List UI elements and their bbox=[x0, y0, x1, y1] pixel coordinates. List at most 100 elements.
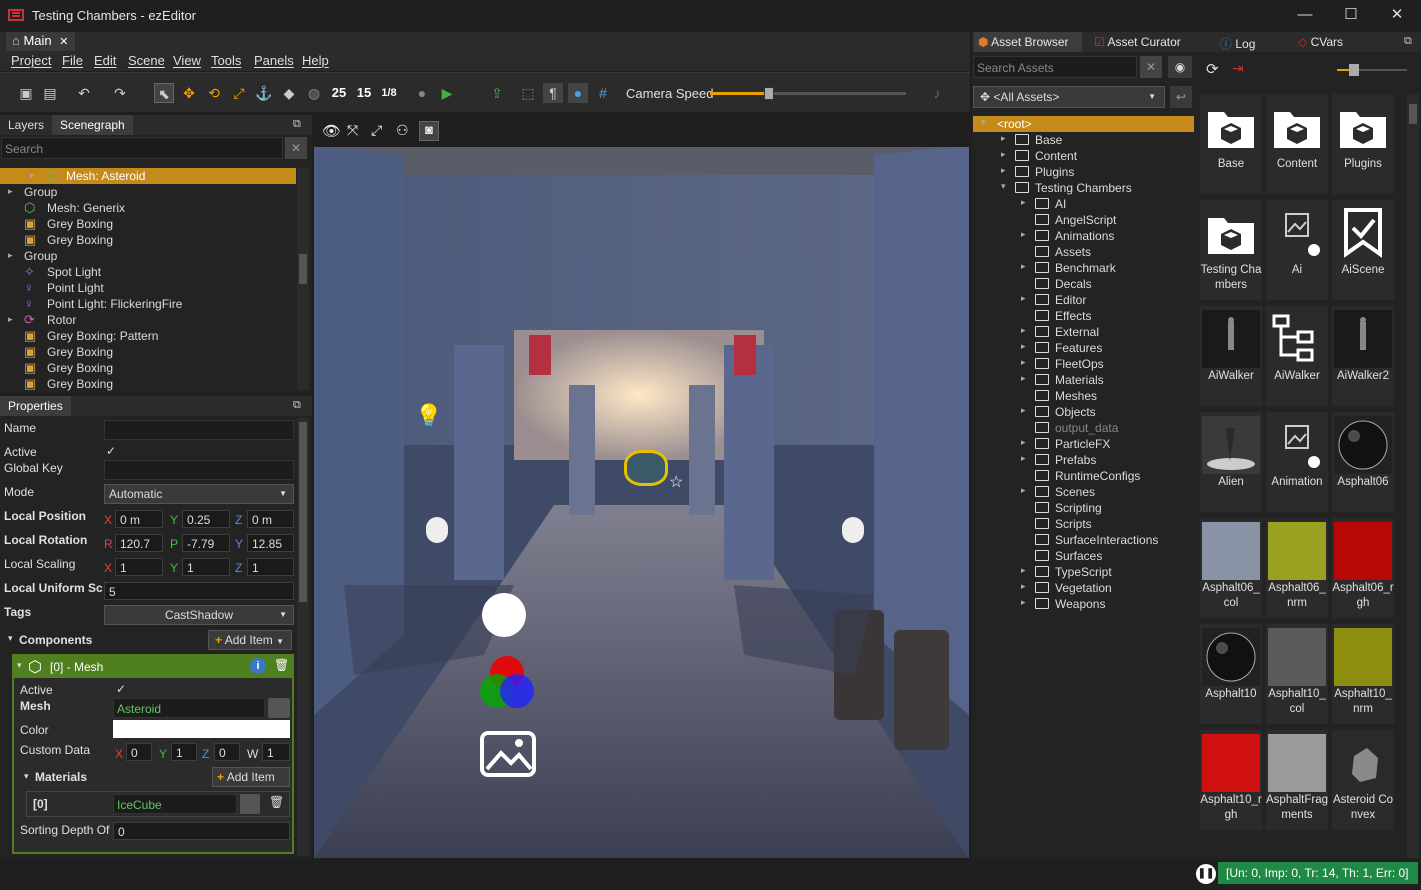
tree-expand-icon[interactable]: ▸ bbox=[30, 170, 35, 181]
folder-row[interactable]: ▸ Content bbox=[973, 148, 1194, 164]
sun-gizmo-icon[interactable] bbox=[482, 593, 526, 637]
scene-tree-row[interactable]: ♀ Point Light: FlickeringFire bbox=[0, 296, 296, 312]
scene-tree-row[interactable]: ▸ ⬡ Mesh: Asteroid bbox=[0, 168, 296, 184]
star-gizmo-icon[interactable]: ☆ bbox=[669, 472, 683, 492]
global-key-field[interactable] bbox=[104, 460, 294, 480]
drag-to-position-icon[interactable]: ⚓ bbox=[254, 83, 274, 103]
folder-row[interactable]: ▸ TypeScript bbox=[973, 564, 1194, 580]
custom-z-field[interactable]: 0 bbox=[214, 743, 240, 761]
pos-x-field[interactable]: 0 m bbox=[115, 510, 163, 528]
scene-search-input[interactable]: Search bbox=[1, 137, 283, 159]
scene-tree-row[interactable]: ▣ Grey Boxing bbox=[0, 232, 296, 248]
camera-mode-icon[interactable]: ⚇ bbox=[396, 122, 409, 139]
folder-row[interactable]: Meshes bbox=[973, 388, 1194, 404]
tree-expand-icon[interactable]: ▸ bbox=[8, 250, 13, 261]
doc-tab-close-icon[interactable]: ✕ bbox=[59, 36, 68, 48]
right-undock-icon[interactable]: ⧉ bbox=[1404, 35, 1412, 48]
asset-tile[interactable]: Asphalt06 bbox=[1332, 412, 1394, 512]
scene-tree-row[interactable]: ▸ Group bbox=[0, 184, 296, 200]
asset-tile[interactable]: AiWalker bbox=[1266, 306, 1328, 406]
folder-expand-icon[interactable]: ▾ bbox=[981, 117, 986, 128]
snap-scale-value[interactable]: 1/8 bbox=[379, 83, 399, 103]
stop-icon[interactable]: ● bbox=[412, 83, 432, 103]
folder-row[interactable]: Surfaces bbox=[973, 548, 1194, 564]
asset-tile[interactable]: Base bbox=[1200, 94, 1262, 194]
folder-row[interactable]: ▸ Benchmark bbox=[973, 260, 1194, 276]
menu-file[interactable]: File bbox=[62, 53, 83, 68]
rot-p-field[interactable]: -7.79 bbox=[182, 534, 230, 552]
scene-tree-row[interactable]: ⬡ Mesh: Generix bbox=[0, 200, 296, 216]
asset-search-input[interactable]: Search Assets bbox=[973, 56, 1137, 78]
menu-scene[interactable]: Scene bbox=[128, 53, 165, 68]
delete-component-icon[interactable]: 🗑 bbox=[274, 658, 289, 672]
3d-viewport[interactable]: 💡 ☆ bbox=[314, 115, 969, 858]
tab-scenegraph[interactable]: Scenegraph bbox=[52, 115, 133, 135]
tab-asset-curator[interactable]: ☑ Asset Curator bbox=[1090, 32, 1185, 52]
back-icon[interactable]: ↩ bbox=[1170, 86, 1192, 108]
visualizer-icon[interactable]: ● bbox=[568, 83, 588, 103]
folder-expand-icon[interactable]: ▸ bbox=[1021, 357, 1026, 368]
import-icon[interactable]: ⇥ bbox=[1232, 60, 1244, 77]
folder-expand-icon[interactable]: ▸ bbox=[1001, 165, 1006, 176]
asset-filter-select[interactable]: ✥ <All Assets> ▼ bbox=[973, 86, 1165, 108]
folder-row[interactable]: ▸ Prefabs bbox=[973, 452, 1194, 468]
camera-speed-slider[interactable] bbox=[710, 87, 906, 100]
components-collapse-icon[interactable]: ▾ bbox=[8, 633, 13, 644]
folder-row[interactable]: RuntimeConfigs bbox=[973, 468, 1194, 484]
uniform-scale-field[interactable]: 5 bbox=[104, 582, 294, 600]
menu-panels[interactable]: Panels bbox=[254, 53, 294, 68]
close-window-button[interactable]: ✕ bbox=[1382, 4, 1412, 26]
asset-tile[interactable]: Testing Chambers bbox=[1200, 200, 1262, 300]
folder-row[interactable]: Assets bbox=[973, 244, 1194, 260]
refresh-icon[interactable]: ⟳ bbox=[1206, 60, 1219, 78]
folder-expand-icon[interactable]: ▸ bbox=[1021, 453, 1026, 464]
maximize-button[interactable]: ☐ bbox=[1336, 4, 1366, 26]
material-asset-field[interactable]: IceCube bbox=[113, 794, 237, 814]
asset-tile[interactable]: AiWalker bbox=[1200, 306, 1262, 406]
menu-edit[interactable]: Edit bbox=[94, 53, 116, 68]
save-all-icon[interactable]: ▤ bbox=[40, 83, 60, 103]
pilcrow-icon[interactable]: ¶ bbox=[543, 83, 563, 103]
folder-row[interactable]: ▸ Vegetation bbox=[973, 580, 1194, 596]
folder-expand-icon[interactable]: ▸ bbox=[1021, 597, 1026, 608]
folder-row[interactable]: ▸ Animations bbox=[973, 228, 1194, 244]
rot-r-field[interactable]: 120.7 bbox=[115, 534, 163, 552]
asset-tile[interactable]: Animation bbox=[1266, 412, 1328, 512]
visibility-eye-icon[interactable]: ◉ bbox=[1168, 56, 1192, 78]
undo-icon[interactable]: ↶ bbox=[74, 83, 94, 103]
audio-icon[interactable]: ♪ bbox=[927, 83, 947, 103]
export-icon[interactable]: ⇪ bbox=[487, 83, 507, 103]
scene-tree-row[interactable]: ♀ Point Light bbox=[0, 280, 296, 296]
component-collapse-icon[interactable]: ▾ bbox=[17, 660, 22, 671]
component-active-checkbox[interactable]: ✓ bbox=[116, 682, 126, 696]
minimize-button[interactable]: — bbox=[1290, 4, 1320, 26]
clear-search-icon[interactable]: ✕ bbox=[285, 137, 307, 159]
doc-tab-main[interactable]: ⌂ Main ✕ bbox=[6, 32, 75, 51]
pause-icon[interactable]: ❚❚ bbox=[1196, 864, 1216, 884]
folder-row[interactable]: SurfaceInteractions bbox=[973, 532, 1194, 548]
screenshot-icon[interactable]: ◙ bbox=[419, 121, 439, 141]
folder-row[interactable]: ▸ Weapons bbox=[973, 596, 1194, 612]
scale-z-field[interactable]: 1 bbox=[247, 558, 294, 576]
color-swatch[interactable] bbox=[113, 720, 290, 738]
mesh-browse-icon[interactable] bbox=[268, 698, 290, 718]
scene-tree-row[interactable]: ✧ Spot Light bbox=[0, 264, 296, 280]
menu-tools[interactable]: Tools bbox=[211, 53, 241, 68]
mode-select[interactable]: Automatic ▼ bbox=[104, 484, 294, 504]
folder-row[interactable]: Effects bbox=[973, 308, 1194, 324]
folder-expand-icon[interactable]: ▸ bbox=[1021, 325, 1026, 336]
folder-row[interactable]: Scripts bbox=[973, 516, 1194, 532]
folder-row[interactable]: ▸ AI bbox=[973, 196, 1194, 212]
folder-expand-icon[interactable]: ▸ bbox=[1021, 261, 1026, 272]
asset-grid-scrollbar[interactable] bbox=[1407, 94, 1419, 858]
folder-expand-icon[interactable]: ▸ bbox=[1001, 149, 1006, 160]
asset-tile[interactable]: Asphalt06_rgh bbox=[1332, 518, 1394, 618]
folder-expand-icon[interactable]: ▸ bbox=[1021, 565, 1026, 576]
spot-light-gizmo-icon[interactable] bbox=[426, 517, 448, 543]
folder-expand-icon[interactable]: ▸ bbox=[1021, 293, 1026, 304]
image-gizmo-icon[interactable] bbox=[479, 725, 537, 780]
custom-x-field[interactable]: 0 bbox=[126, 743, 152, 761]
folder-row[interactable]: ▸ Features bbox=[973, 340, 1194, 356]
folder-expand-icon[interactable]: ▸ bbox=[1021, 485, 1026, 496]
folder-expand-icon[interactable]: ▸ bbox=[1021, 437, 1026, 448]
